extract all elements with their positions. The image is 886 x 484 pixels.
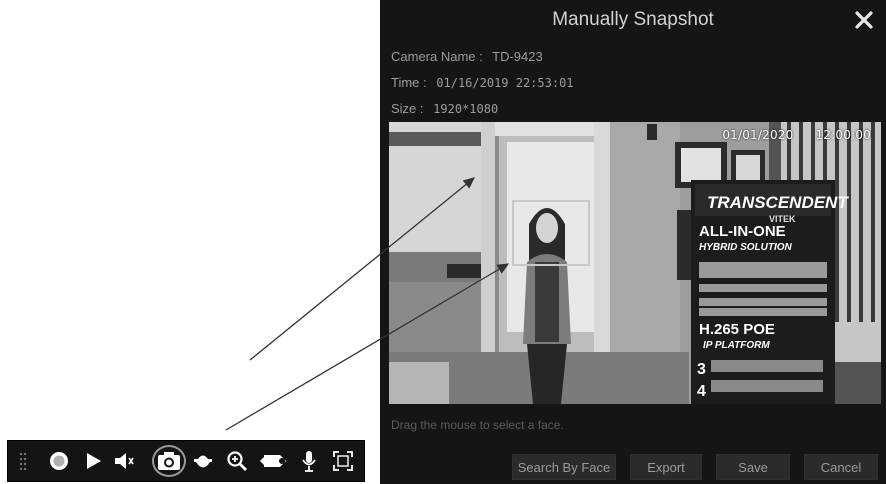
drag-hint: Drag the mouse to select a face. bbox=[391, 418, 564, 432]
camera-name-row: Camera Name : TD-9423 bbox=[391, 49, 543, 64]
dialog-title: Manually Snapshot bbox=[552, 9, 714, 30]
face-detect-icon[interactable] bbox=[330, 448, 356, 474]
record-icon[interactable] bbox=[46, 448, 72, 474]
size-value: 1920*1080 bbox=[433, 102, 499, 116]
time-row: Time : 01/16/2019 22:53:01 bbox=[391, 75, 574, 90]
face-selection-box[interactable] bbox=[512, 200, 590, 266]
drag-handle-icon[interactable] bbox=[16, 448, 30, 474]
time-value: 01/16/2019 22:53:01 bbox=[436, 76, 574, 90]
cancel-button[interactable]: Cancel bbox=[804, 454, 878, 480]
banner-brand: TRANSCENDENT bbox=[707, 193, 849, 212]
size-row: Size : 1920*1080 bbox=[391, 101, 498, 116]
banner-line4: IP PLATFORM bbox=[703, 340, 770, 351]
svg-text:4: 4 bbox=[697, 383, 706, 400]
banner-line2: HYBRID SOLUTION bbox=[699, 242, 793, 253]
save-button[interactable]: Save bbox=[716, 454, 790, 480]
banner-line1: ALL-IN-ONE bbox=[699, 223, 786, 240]
zoom-in-icon[interactable] bbox=[224, 448, 250, 474]
osd-time: 12:00:00 bbox=[815, 128, 871, 142]
play-icon[interactable] bbox=[80, 448, 106, 474]
snapshot-icon[interactable] bbox=[156, 448, 182, 474]
osd-date: 01/01/2020 bbox=[722, 128, 794, 142]
dome-camera-icon[interactable] bbox=[190, 448, 216, 474]
snapshot-scene: TRANSCENDENT VITEK ALL-IN-ONE HYBRID SOL… bbox=[389, 122, 881, 404]
svg-text:3: 3 bbox=[697, 361, 706, 378]
volume-icon[interactable] bbox=[112, 448, 138, 474]
export-button[interactable]: Export bbox=[630, 454, 702, 480]
camera-name-label: Camera Name : bbox=[391, 49, 483, 64]
banner-line3: H.265 POE bbox=[699, 321, 775, 338]
search-by-face-button[interactable]: Search By Face bbox=[512, 454, 616, 480]
osd-timestamp: 01/01/2020 12:00:00 bbox=[704, 128, 871, 142]
dialog-button-bar: Search By Face Export Save Cancel bbox=[380, 448, 886, 484]
3d-ptz-icon[interactable] bbox=[258, 448, 288, 474]
time-label: Time : bbox=[391, 75, 427, 90]
close-button[interactable] bbox=[850, 6, 878, 34]
snapshot-dialog: Manually Snapshot Camera Name : TD-9423 … bbox=[380, 0, 886, 484]
microphone-icon[interactable] bbox=[296, 448, 322, 474]
close-icon bbox=[855, 11, 873, 29]
size-label: Size : bbox=[391, 101, 424, 116]
camera-name-value: TD-9423 bbox=[492, 49, 543, 64]
snapshot-image[interactable]: TRANSCENDENT VITEK ALL-IN-ONE HYBRID SOL… bbox=[389, 122, 881, 404]
live-view-toolbar bbox=[7, 440, 365, 482]
